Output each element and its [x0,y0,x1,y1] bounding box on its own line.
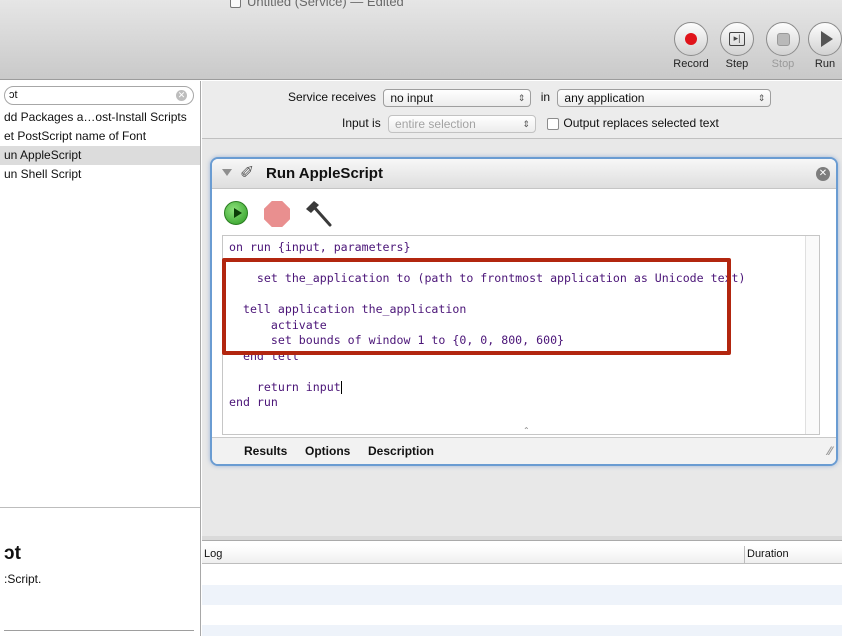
step-icon: ▸| [729,32,745,46]
log-column-header[interactable]: Log [204,548,222,560]
run-label: Run [814,58,836,70]
output-replaces-label: Output replaces selected text [563,116,719,131]
action-header[interactable]: ✐ Run AppleScript ✕ [212,159,836,189]
library-divider[interactable] [0,507,200,508]
stop-button[interactable]: Stop [761,22,805,70]
window-title: Untitled (Service) — Edited [230,0,404,9]
tab-results[interactable]: Results [244,444,287,458]
window-toolbar: Untitled (Service) — Edited Record ▸| St… [0,0,842,80]
action-tabs: Results Options Description ⁄⁄ [212,437,836,464]
action-title: Run AppleScript [266,165,383,182]
input-is-label: Input is [342,116,381,131]
compile-hammer-icon[interactable] [302,197,334,229]
disclosure-triangle-icon[interactable] [222,169,232,176]
popup-arrows-icon: ⇕ [517,93,526,103]
code-line: end run [229,395,278,409]
input-type-popup[interactable]: no input ⇕ [383,89,532,107]
log-row [202,565,842,585]
log-row [202,605,842,625]
tab-options[interactable]: Options [305,444,350,458]
in-label: in [540,90,551,105]
popup-arrows-icon: ⇕ [757,93,766,103]
title-checkbox-icon [230,0,241,9]
service-bar: Service receives no input ⇕ in any applic… [202,81,842,139]
step-label: Step [725,58,749,70]
run-applescript-action: ✐ Run AppleScript ✕ on run {input, param… [210,157,838,466]
highlight-box [222,258,731,355]
stop-script-button[interactable] [264,201,290,227]
action-list-item[interactable]: un AppleScript [0,146,200,165]
text-cursor [340,380,342,394]
library-pane: ɔt ✕ dd Packages a…ost-Install Scripts et… [0,81,201,636]
search-input[interactable]: ɔt ✕ [4,86,194,105]
description-title: ɔt [4,543,21,564]
stop-icon [776,32,790,46]
description-divider [4,630,194,631]
script-icon: ✐ [240,163,255,182]
column-divider[interactable] [744,546,745,564]
log-row [202,585,842,605]
search-value: ɔt [9,89,18,101]
resize-grip-icon[interactable]: ⁄⁄ [828,444,832,461]
tab-description[interactable]: Description [368,444,434,458]
action-list: dd Packages a…ost-Install Scripts et Post… [0,108,200,184]
application-popup[interactable]: any application ⇕ [557,89,772,107]
editor-resize-handle-icon[interactable]: ⌃ [523,426,530,435]
close-action-icon[interactable]: ✕ [816,167,830,181]
run-icon [820,31,833,47]
code-line: return input [229,379,341,394]
record-label: Record [673,58,709,70]
record-button[interactable]: Record [669,22,713,70]
service-receives-label: Service receives [288,90,377,105]
editor-scrollbar[interactable] [805,236,819,434]
log-row [202,625,842,636]
output-replaces-checkbox[interactable] [547,118,560,130]
workflow-area: Service receives no input ⇕ in any applic… [202,81,842,539]
code-line: on run {input, parameters} [229,240,411,254]
log-header: Log Duration [202,546,842,564]
record-icon [685,33,697,45]
action-list-item[interactable]: et PostScript name of Font [0,127,200,146]
duration-column-header[interactable]: Duration [747,548,789,560]
popup-arrows-icon: ⇕ [522,119,531,129]
clear-search-icon[interactable]: ✕ [176,90,187,101]
play-icon [234,208,242,218]
action-list-item[interactable]: dd Packages a…ost-Install Scripts [0,108,200,127]
input-is-popup[interactable]: entire selection ⇕ [388,115,537,133]
description-text: :Script. [4,572,42,586]
step-button[interactable]: ▸| Step [715,22,759,70]
run-button[interactable]: Run [803,22,842,70]
log-panel: Log Duration [202,540,842,636]
action-list-item[interactable]: un Shell Script [0,165,200,184]
run-script-button[interactable] [224,201,248,225]
stop-label: Stop [771,58,795,70]
